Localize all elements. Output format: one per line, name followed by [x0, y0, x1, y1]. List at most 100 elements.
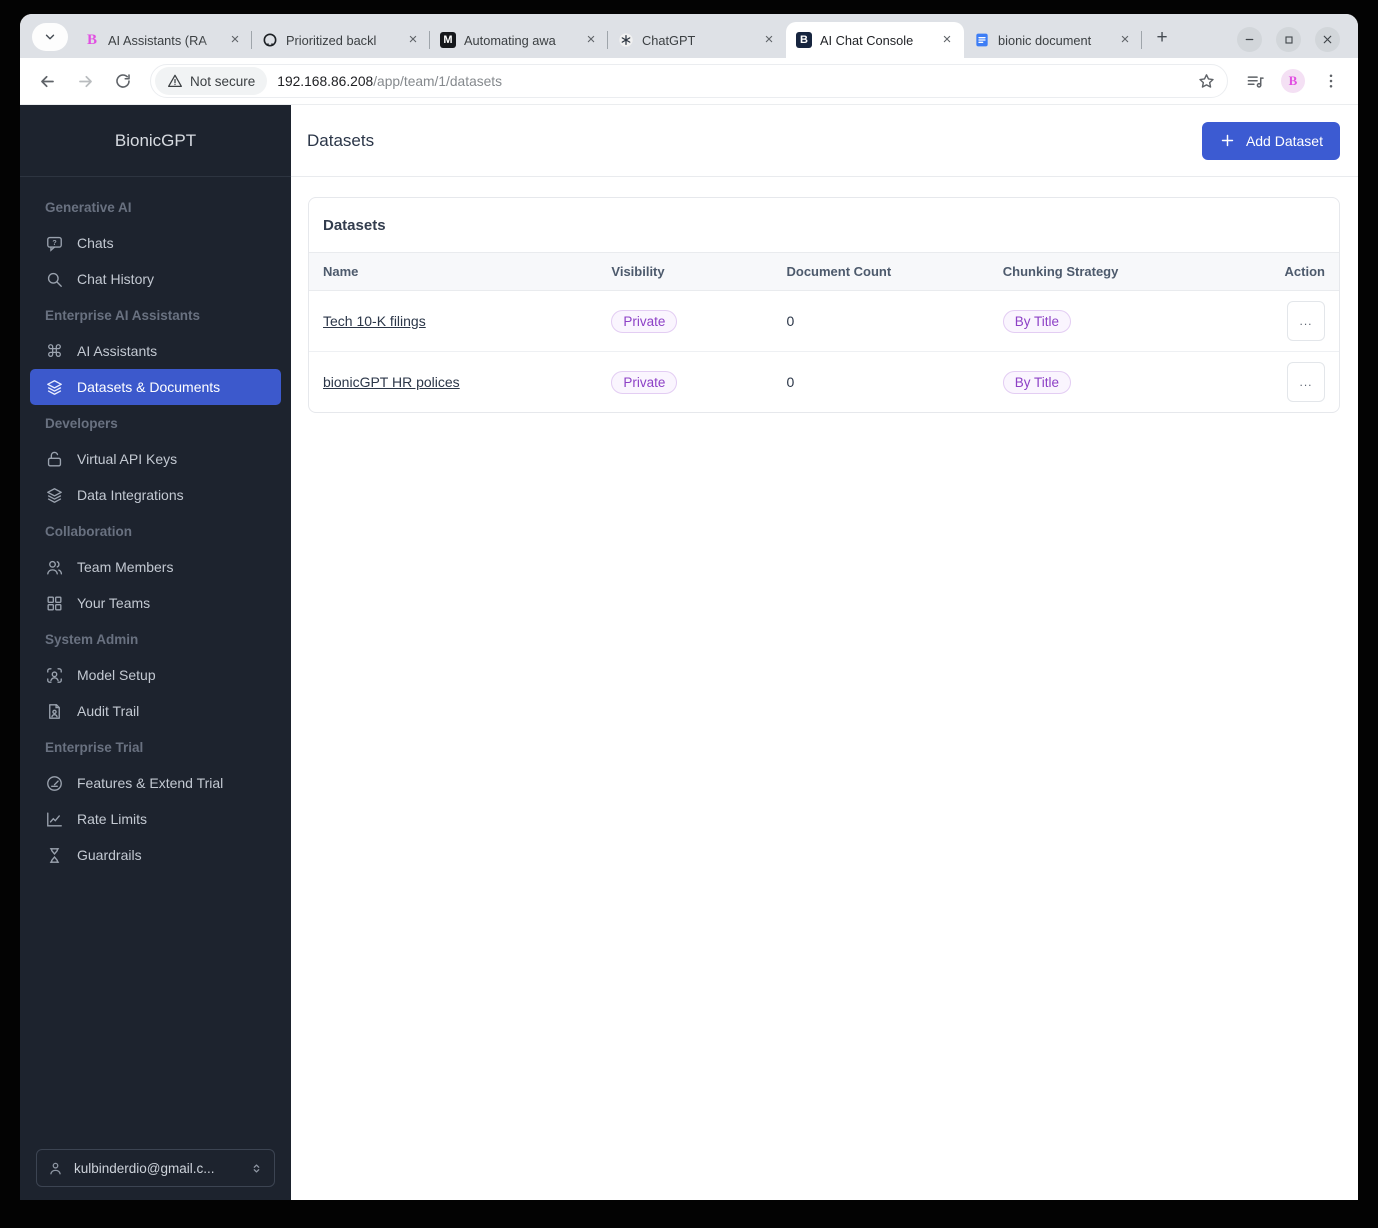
browser-tab-1[interactable]: B AI Assistants (RA ×: [74, 22, 252, 58]
maximize-button[interactable]: [1276, 27, 1301, 52]
bionic-extension-icon: B: [1281, 69, 1305, 93]
plus-icon: [1221, 134, 1234, 147]
column-header-name: Name: [309, 252, 598, 291]
brand-title: BionicGPT: [20, 105, 291, 177]
dataset-name-link[interactable]: Tech 10-K filings: [323, 313, 426, 329]
docs-favicon: [974, 32, 990, 48]
tab-title: bionic document: [998, 32, 1092, 48]
person-icon: [50, 1162, 61, 1174]
window-controls: [1237, 27, 1350, 58]
page-header: Datasets Add Dataset: [291, 105, 1358, 177]
tab-search-button[interactable]: [32, 23, 68, 51]
sidebar-item-label: Virtual API Keys: [77, 451, 178, 467]
tab-close-icon[interactable]: ×: [226, 31, 244, 49]
document-count: 0: [786, 313, 795, 329]
sidebar-item-label: Team Members: [77, 559, 174, 575]
table-header-row: Name Visibility Document Count Chunking Str…: [309, 252, 1339, 291]
main-content: Datasets Add Dataset Datasets Name Visibi…: [291, 105, 1358, 1200]
forward-arrow-icon: [78, 75, 92, 87]
bionic-navy-favicon: B: [796, 32, 812, 48]
security-label: Not secure: [190, 73, 256, 89]
sidebar-item-team-members[interactable]: Team Members: [30, 549, 281, 585]
sidebar-item-features-extend-trial[interactable]: Features & Extend Trial: [30, 765, 281, 801]
tab-close-icon[interactable]: ×: [1116, 31, 1134, 49]
reload-button[interactable]: [106, 64, 140, 98]
sidebar-item-your-teams[interactable]: Your Teams: [30, 585, 281, 621]
column-header-visibility: Visibility: [597, 252, 773, 291]
sidebar-item-rate-limits[interactable]: Rate Limits: [30, 801, 281, 837]
chunking-strategy-badge: By Title: [1002, 309, 1072, 333]
minimize-button[interactable]: [1237, 27, 1262, 52]
tab-close-icon[interactable]: ×: [404, 31, 422, 49]
sidebar-item-data-integrations[interactable]: Data Integrations: [30, 477, 281, 513]
column-header-chunking-strategy: Chunking Strategy: [988, 252, 1247, 291]
dataset-name-link[interactable]: bionicGPT HR polices: [323, 374, 460, 390]
tab-close-icon[interactable]: ×: [760, 31, 778, 49]
sidebar-item-model-setup[interactable]: Model Setup: [30, 657, 281, 693]
command-icon: ⌘: [46, 341, 63, 361]
bookmark-button[interactable]: [1189, 64, 1223, 98]
chevron-down-icon: [45, 34, 55, 40]
card-title: Datasets: [323, 217, 386, 234]
table-row: bionicGPT HR polices Private 0 By Title...: [309, 351, 1339, 412]
url-path: /app/team/1/datasets: [373, 73, 503, 89]
sidebar-item-virtual-api-keys[interactable]: Virtual API Keys: [30, 441, 281, 477]
url-text: 192.168.86.208/app/team/1/datasets: [277, 74, 502, 89]
add-dataset-label: Add Dataset: [1245, 132, 1323, 149]
document-count: 0: [772, 351, 989, 412]
user-email: kulbinderdio@gmail.c...: [74, 1160, 215, 1176]
user-menu-select[interactable]: kulbinderdio@gmail.c...: [36, 1149, 275, 1187]
tab-close-icon[interactable]: ×: [582, 31, 600, 49]
sidebar-item-label: Your Teams: [77, 595, 151, 611]
media-controls-button[interactable]: [1238, 64, 1272, 98]
browser-toolbar: Not secure 192.168.86.208/app/team/1/dat…: [20, 58, 1358, 105]
datasets-card: Datasets Name Visibility Document Count Chu…: [308, 197, 1340, 413]
row-actions-button[interactable]: ...: [1287, 301, 1325, 341]
chunking-strategy-badge: By Title: [1002, 370, 1072, 394]
add-dataset-button[interactable]: Add Dataset: [1201, 121, 1340, 160]
sidebar-item-label: Audit Trail: [77, 703, 140, 719]
visibility-badge: Private: [611, 370, 678, 394]
sidebar-item-label: Chat History: [77, 271, 155, 287]
browser-tab-4[interactable]: ChatGPT ×: [608, 22, 786, 58]
table-row: Tech 10-K filings Private 0 By Title...: [309, 291, 1339, 352]
sidebar-item-guardrails[interactable]: Guardrails: [30, 837, 281, 873]
media-list-icon: [1247, 75, 1264, 88]
star-icon: [1198, 73, 1214, 88]
sidebar-item-audit-trail[interactable]: Audit Trail: [30, 693, 281, 729]
browser-menu-button[interactable]: [1314, 64, 1348, 98]
browser-tab-3[interactable]: M Automating awa ×: [430, 22, 608, 58]
page-title: Datasets: [307, 130, 375, 150]
sidebar: BionicGPT Generative AI ? Chats Chat Histor…: [20, 105, 291, 1200]
browser-tab-6[interactable]: bionic document ×: [964, 22, 1142, 58]
sidebar-item-label: AI Assistants: [77, 343, 158, 359]
forward-button[interactable]: [68, 64, 102, 98]
hourglass-icon: [45, 846, 64, 865]
users-icon: [45, 558, 64, 577]
sidebar-item-chats[interactable]: ? Chats: [30, 225, 281, 261]
column-header-document-count: Document Count: [772, 252, 989, 291]
row-actions-button[interactable]: ...: [1287, 362, 1325, 402]
kebab-menu-icon: [1329, 74, 1333, 88]
address-bar[interactable]: Not secure 192.168.86.208/app/team/1/dat…: [150, 64, 1228, 98]
browser-tab-5[interactable]: B AI Chat Console ×: [786, 22, 964, 58]
sidebar-item-datasets-documents[interactable]: Datasets & Documents: [30, 369, 281, 405]
section-label: System Admin: [45, 631, 139, 647]
sidebar-item-label: Rate Limits: [77, 811, 148, 827]
browser-window: B AI Assistants (RA × Prioritized backl × M Au…: [20, 14, 1358, 1200]
close-window-button[interactable]: [1315, 27, 1340, 52]
new-tab-button[interactable]: +: [1148, 24, 1176, 52]
user-scan-icon: [45, 666, 64, 685]
sidebar-item-label: Data Integrations: [77, 487, 184, 503]
section-label: Collaboration: [45, 523, 132, 539]
section-label: Generative AI: [45, 199, 132, 215]
security-chip[interactable]: Not secure: [155, 67, 268, 95]
table-body: Tech 10-K filings Private 0 By Title... bion…: [309, 291, 1339, 412]
tab-close-icon[interactable]: ×: [938, 31, 956, 49]
sidebar-item-ai-assistants[interactable]: ⌘ AI Assistants: [30, 333, 281, 369]
browser-tab-2[interactable]: Prioritized backl ×: [252, 22, 430, 58]
back-button[interactable]: [30, 64, 64, 98]
chart-icon: [45, 810, 64, 829]
sidebar-item-chat-history[interactable]: Chat History: [30, 261, 281, 297]
extension-button[interactable]: B: [1276, 64, 1310, 98]
